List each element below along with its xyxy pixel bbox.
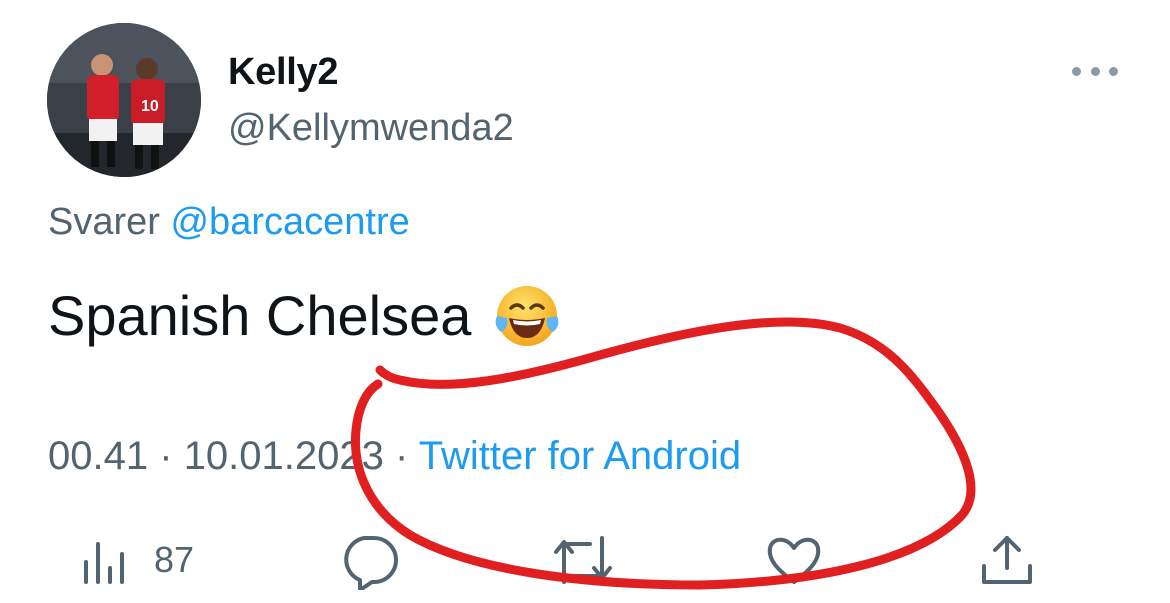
svg-text:10: 10 — [141, 98, 159, 115]
reply-mention-link[interactable]: @barcacentre — [170, 201, 409, 243]
tweet-text: Spanish Chelsea — [48, 282, 561, 350]
tears-of-joy-emoji-icon — [493, 282, 561, 350]
like-button[interactable] — [764, 530, 824, 590]
tweet-source-link[interactable]: Twitter for Android — [419, 434, 741, 478]
reply-icon — [344, 536, 398, 590]
views-icon — [84, 542, 124, 584]
display-name[interactable]: Kelly2 — [228, 48, 338, 96]
meta-separator: · — [159, 434, 173, 478]
avatar-photo: 10 — [47, 23, 201, 177]
tweet-date[interactable]: 10.01.2023 — [184, 434, 384, 478]
like-icon — [767, 537, 821, 584]
reply-button[interactable] — [340, 530, 400, 590]
tweet-text-content: Spanish Chelsea — [48, 284, 472, 347]
views-count: 87 — [154, 539, 195, 580]
user-handle[interactable]: @Kellymwenda2 — [228, 104, 514, 152]
meta-separator: · — [395, 434, 409, 478]
share-icon — [982, 536, 1032, 584]
share-button[interactable] — [978, 530, 1036, 590]
avatar[interactable]: 10 — [47, 23, 201, 177]
tweet-meta: 00.41 · 10.01.2023 · Twitter for Android — [48, 430, 741, 482]
retweet-icon — [554, 536, 612, 584]
retweet-button[interactable] — [552, 530, 614, 590]
reply-prefix: Svarer — [48, 201, 160, 243]
more-dot — [1109, 66, 1118, 76]
more-options-icon[interactable] — [1072, 56, 1118, 86]
reply-context: Svarer @barcacentre — [48, 198, 410, 246]
tweet-time[interactable]: 00.41 — [48, 434, 148, 478]
views-button[interactable]: 87 — [80, 530, 194, 590]
tweet-action-bar: 87 — [0, 530, 1170, 590]
more-dot — [1090, 66, 1100, 76]
more-dot — [1072, 66, 1081, 76]
